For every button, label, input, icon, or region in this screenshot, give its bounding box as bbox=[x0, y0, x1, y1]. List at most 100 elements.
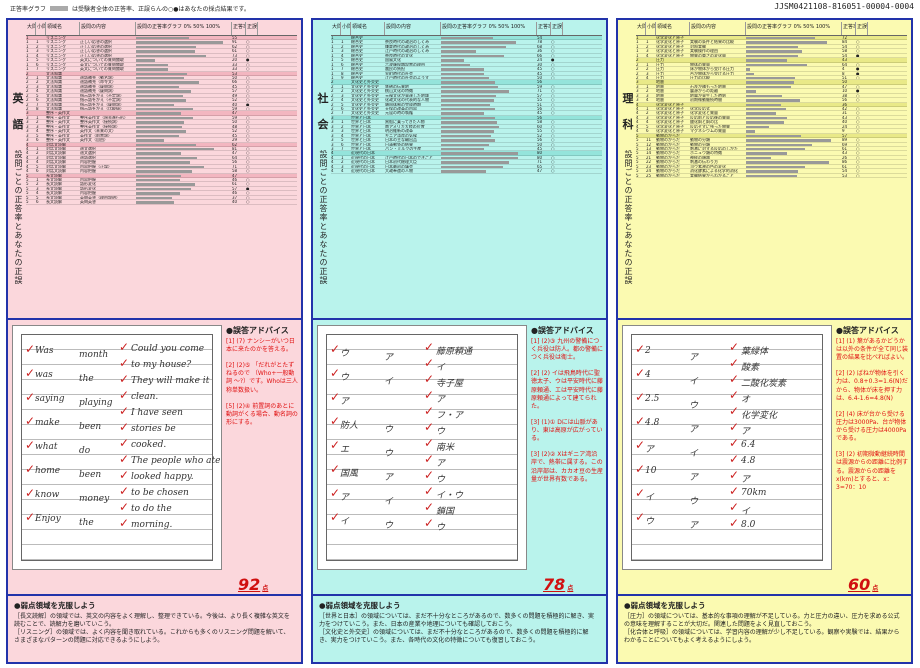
rate-bar-cell bbox=[136, 116, 232, 120]
rate-bar-cell bbox=[746, 120, 842, 124]
table-grid: 大問小問領域名設問の内容設問の正答率グラフ 0% 50% 100%正答率(%)正… bbox=[636, 22, 907, 314]
cell-content: 刺激に対する反応のしかた bbox=[690, 146, 738, 151]
cell-rate: 54 bbox=[842, 169, 848, 173]
cell-daimon: 5 bbox=[636, 164, 639, 169]
handwritten-answer: money bbox=[79, 494, 110, 504]
subject-panel-so: 社 会 設問ごとの正答率とあなたの正誤 大問小問領域名設問の内容設問の正答率グラ… bbox=[311, 18, 608, 664]
rate-bar-cell bbox=[746, 116, 842, 120]
cell-area: 化学変化と原子 bbox=[656, 120, 684, 124]
cell-daimon: 2 bbox=[26, 84, 29, 89]
cell-shomon: 5 bbox=[36, 195, 39, 200]
handwritten-answer: ア bbox=[384, 473, 394, 483]
column-header: 小問 bbox=[341, 22, 351, 35]
cell-mark: ○ bbox=[551, 146, 555, 151]
advice-box: ●誤答アドバイス [1] (1) 葉があるかどうかは以外の条件が全て同じ装置の結… bbox=[836, 325, 908, 492]
cell-mark: ○ bbox=[856, 142, 860, 146]
cell-mark: ○ bbox=[856, 111, 860, 115]
cell-shomon: 3 bbox=[646, 49, 649, 53]
grading-check-icon: ✓ bbox=[119, 356, 130, 370]
cell-daimon: 4 bbox=[636, 102, 639, 106]
cell-rate: 45 bbox=[537, 111, 543, 115]
rate-bar bbox=[746, 37, 816, 40]
cell-content bbox=[80, 143, 136, 146]
rate-bar bbox=[746, 161, 829, 164]
rate-bar-cell bbox=[746, 107, 842, 111]
advice-title: ●誤答アドバイス bbox=[836, 326, 899, 335]
column-header: 小問 bbox=[36, 22, 46, 35]
rate-bar-cell bbox=[441, 89, 537, 93]
rate-bar-cell bbox=[441, 143, 537, 146]
cell-rate: 56 bbox=[537, 107, 543, 111]
cell-area: リスニング bbox=[46, 40, 66, 44]
cell-rate: 55 bbox=[232, 36, 238, 40]
cell-shomon: 2 bbox=[36, 80, 39, 84]
handwritten-answer: 8.0 bbox=[741, 520, 756, 530]
cell-content: 江戸時代の社会のようす bbox=[385, 75, 429, 80]
cell-mark: ○ bbox=[856, 129, 860, 133]
cell-mark: ○ bbox=[246, 138, 250, 142]
cell-mark: ○ bbox=[551, 111, 555, 115]
rate-bar-cell bbox=[441, 58, 537, 62]
rate-bar-cell bbox=[136, 80, 232, 84]
rate-bar-cell bbox=[136, 103, 232, 106]
cell-rate: 45 bbox=[232, 84, 238, 89]
cell-content: 指示語をかえ（比較級） bbox=[80, 107, 124, 111]
cell-rate: 40 bbox=[232, 102, 238, 106]
rate-bar-cell bbox=[441, 85, 537, 89]
cell-area: 地層 bbox=[656, 98, 664, 102]
cell-content: 鎖国体制の完成時期 bbox=[385, 102, 421, 106]
cell-area: 文法知識 bbox=[46, 84, 62, 89]
cell-mark: ○ bbox=[856, 169, 860, 173]
cell-mark: ○ bbox=[551, 71, 555, 75]
cell-shomon: 2 bbox=[646, 67, 649, 71]
cell-daimon: 4 bbox=[636, 129, 639, 133]
rate-bar bbox=[136, 81, 200, 84]
rate-bar bbox=[441, 45, 507, 49]
rate-bar bbox=[441, 116, 495, 120]
cell-area: 近現代の日本 bbox=[351, 151, 375, 155]
handwritten-answer: 南米 bbox=[436, 443, 455, 453]
cell-rate: 78 bbox=[537, 40, 543, 44]
rate-bar-cell bbox=[441, 45, 537, 49]
weak-area-text: ［世界と日本］の領域については、まだ不十分なところがあるので、数多くの問題を積極… bbox=[319, 613, 595, 645]
handwritten-answer: 4 bbox=[645, 370, 651, 380]
cell-daimon: 2 bbox=[331, 102, 334, 106]
column-header: 設問の内容 bbox=[690, 22, 746, 35]
cell-mark: ○ bbox=[551, 164, 555, 169]
grading-check-icon: ✓ bbox=[424, 484, 435, 498]
rate-bar-cell bbox=[746, 160, 842, 164]
weak-area-title: ●弱点領域を克服しよう bbox=[14, 601, 96, 610]
cell-content: ホニュウ類の特徴 bbox=[690, 151, 722, 155]
grading-check-icon: ✓ bbox=[119, 388, 130, 402]
cell-area: 総合史 bbox=[351, 71, 363, 75]
cell-mark: ○ bbox=[551, 133, 555, 138]
cell-mark bbox=[246, 143, 258, 146]
rate-bar-cell bbox=[746, 76, 842, 80]
results-table: 社 会 設問ごとの正答率とあなたの正誤 大問小問領域名設問の内容設問の正答率グラ… bbox=[313, 20, 606, 320]
cell-mark: ● bbox=[856, 89, 860, 93]
grading-check-icon: ✓ bbox=[330, 462, 341, 476]
cell-area: 地層 bbox=[656, 89, 664, 93]
grading-check-icon: ✓ bbox=[119, 516, 130, 530]
rate-bar-cell bbox=[441, 80, 537, 84]
cell-rate: 69 bbox=[842, 142, 848, 146]
cell-mark: ○ bbox=[551, 138, 555, 142]
grading-check-icon: ✓ bbox=[635, 510, 646, 524]
rate-bar-cell bbox=[746, 54, 842, 58]
cell-content: 英問英答（理由説明） bbox=[80, 195, 120, 200]
column-header: 設問の正答率グラフ 0% 50% 100% bbox=[441, 22, 537, 35]
rate-bar bbox=[746, 130, 755, 133]
cell-area: 地層 bbox=[656, 80, 664, 84]
column-header: 正答率(%) bbox=[232, 22, 246, 35]
handwritten-answer: ア bbox=[741, 475, 751, 485]
cell-area: 長文読解 bbox=[46, 173, 62, 177]
rate-bar bbox=[136, 125, 183, 129]
cell-content bbox=[80, 36, 136, 39]
cell-mark: ○ bbox=[551, 124, 555, 129]
cell-daimon: 5 bbox=[636, 151, 639, 155]
cell-daimon: 1 bbox=[636, 49, 639, 53]
table-header: 大問小問領域名設問の内容設問の正答率グラフ 0% 50% 100%正答率(%)正… bbox=[636, 22, 907, 36]
handwritten-answer: イ bbox=[436, 363, 446, 373]
rate-bar bbox=[136, 68, 168, 71]
handwritten-answer: イ・ウ bbox=[436, 491, 464, 501]
